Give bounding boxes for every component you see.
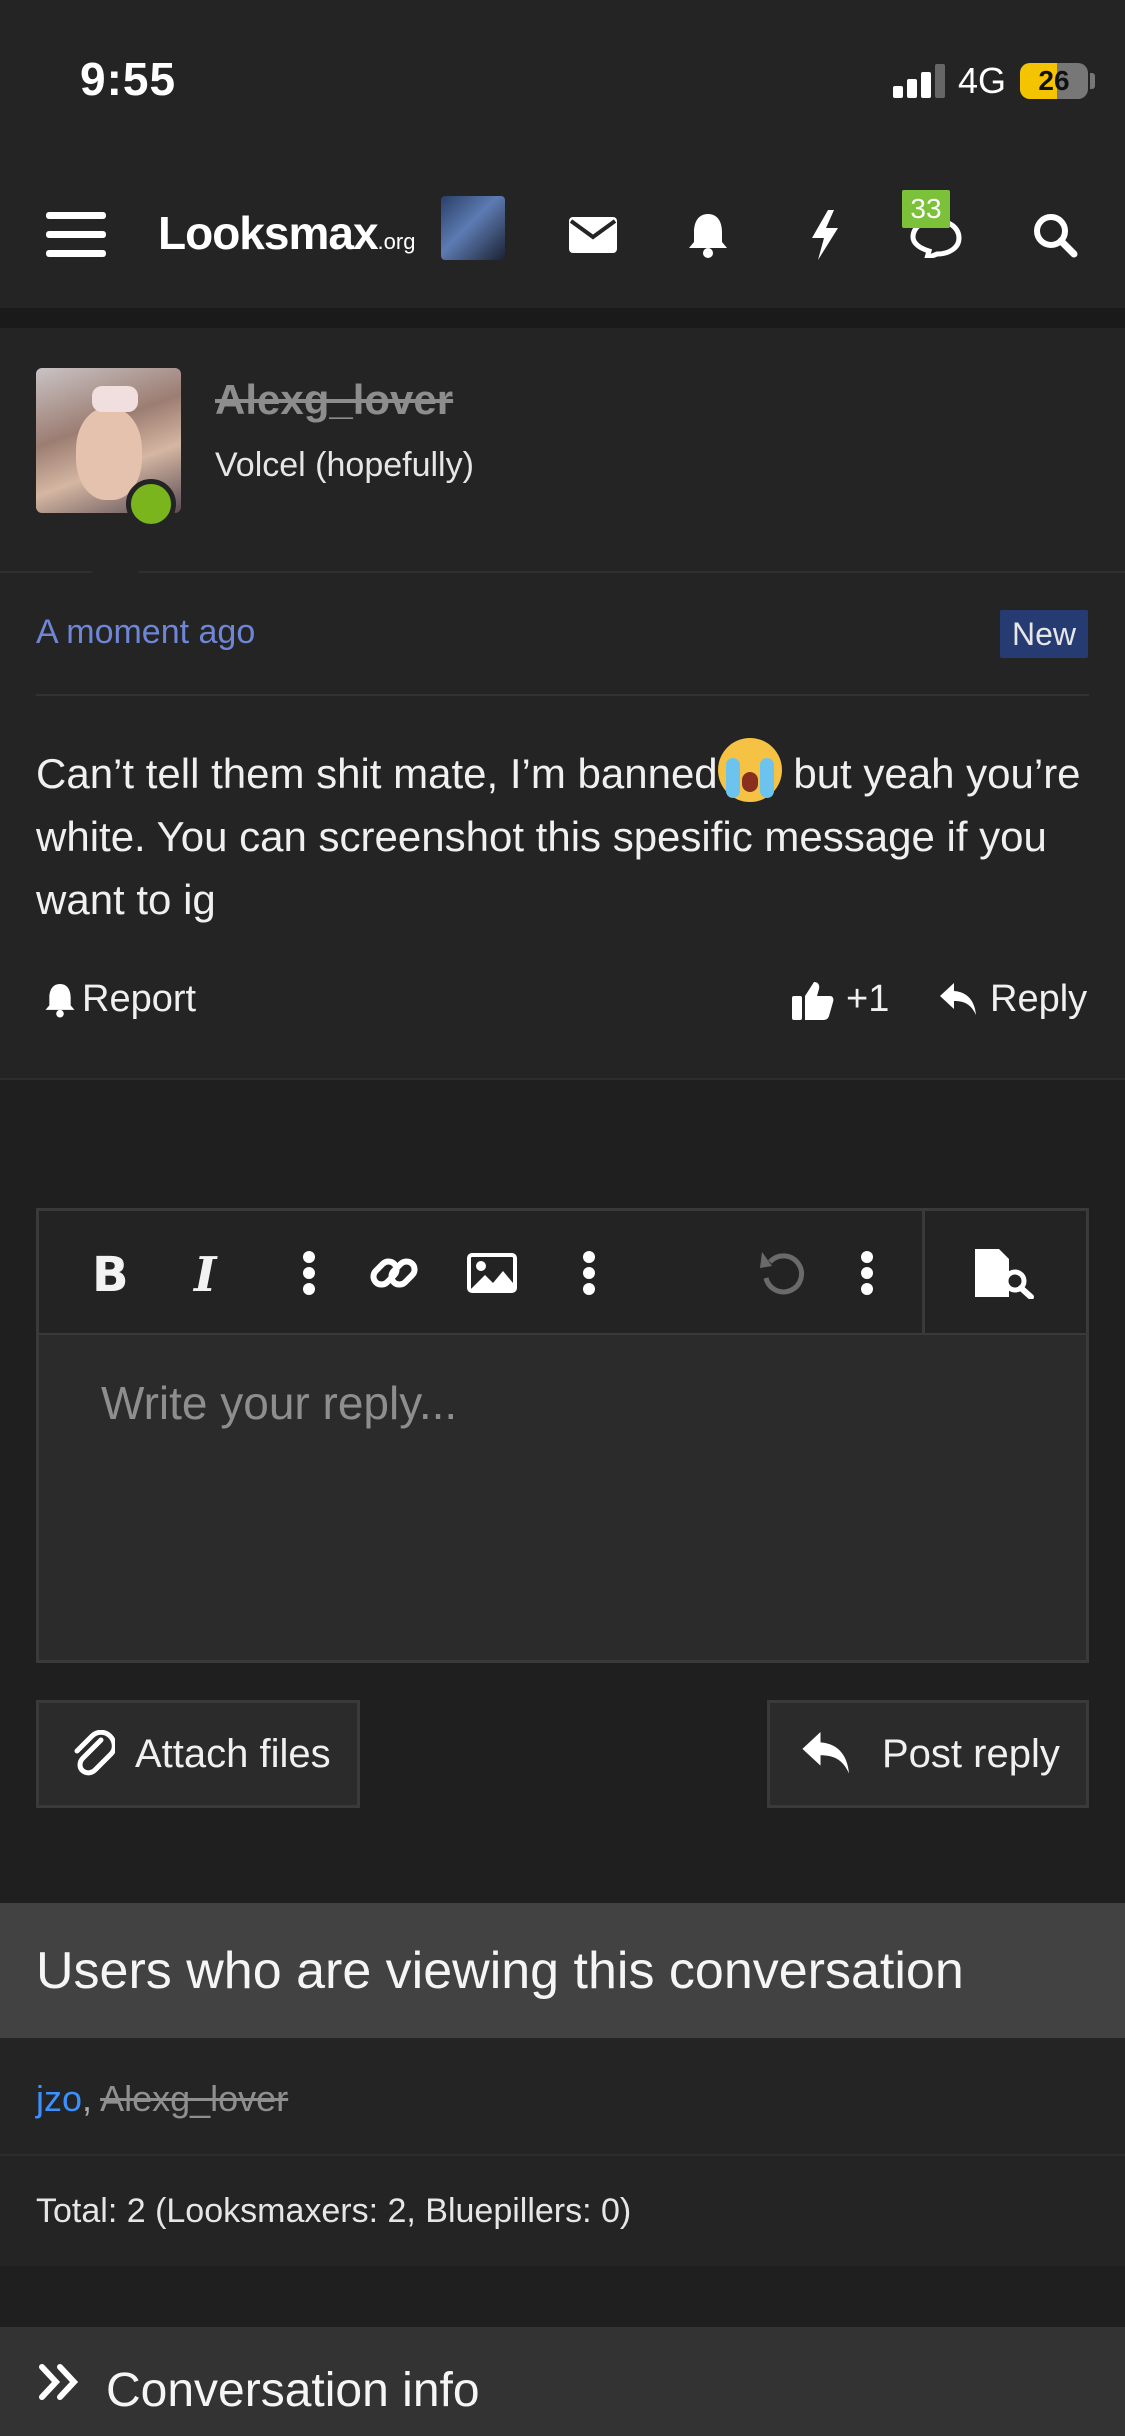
toolbar-separator [922,1211,925,1335]
svg-text:B: B [92,1251,126,1295]
image-icon[interactable] [457,1211,527,1335]
attach-files-label: Attach files [135,1731,331,1776]
editor-toolbar: B I [39,1211,1086,1335]
paperclip-icon [74,1730,115,1776]
bell-icon [45,983,75,1018]
conversation-info-toggle[interactable]: Conversation info [0,2327,1125,2436]
reply-icon [802,1732,849,1774]
more-vertical-icon[interactable] [847,1211,887,1335]
report-label: Report [82,978,197,1020]
avatar-bow [92,386,138,412]
bold-icon[interactable]: B [79,1211,139,1335]
post-divider [36,694,1089,696]
preview-icon[interactable] [959,1211,1049,1335]
battery-tip [1090,73,1095,89]
conversation-info-label: Conversation info [106,2364,480,2417]
logo-text: Looksmax [158,207,379,259]
bell-icon[interactable] [675,160,741,310]
author-username[interactable]: Alexg_lover [215,376,453,424]
post-reply-label: Post reply [882,1731,1060,1776]
double-chevron-right-icon [39,2364,79,2400]
logo-suffix: .org [377,229,416,254]
viewers-total: Total: 2 (Looksmaxers: 2, Bluepillers: 0… [0,2156,1125,2266]
status-bar: 9:55 4G 26 [0,0,1125,160]
viewers-list: jzo, Alexg_lover [0,2038,1125,2156]
network-type: 4G [958,60,1007,101]
undo-icon[interactable] [753,1211,813,1335]
nav-separator [0,308,1125,328]
more-vertical-icon[interactable] [289,1211,329,1335]
thumbs-up-icon [792,981,834,1020]
like-button[interactable]: +1 [792,978,889,1021]
status-time: 9:55 [80,53,177,105]
bolt-icon[interactable] [795,160,855,310]
reply-label: Reply [990,978,1088,1020]
menu-icon[interactable] [36,160,116,310]
post-reply-button[interactable]: Post reply [767,1700,1089,1808]
account-avatar[interactable] [441,196,505,260]
italic-icon[interactable]: I [177,1211,237,1335]
more-vertical-icon[interactable] [569,1211,609,1335]
report-button[interactable]: Report [44,978,196,1021]
conversations-count-badge: 33 [902,190,950,228]
post-timestamp[interactable]: A moment ago [36,613,255,652]
reply-editor: B I Write your reply... [36,1208,1089,1663]
reply-icon [940,982,976,1015]
crying-emoji-icon [717,738,782,802]
envelope-icon[interactable] [560,160,626,310]
message-post: A moment ago New Can’t tell them shit ma… [0,573,1125,1080]
svg-text:I: I [192,1251,218,1295]
online-status-indicator [126,479,176,529]
viewer-separator: , [82,2078,101,2119]
link-icon[interactable] [359,1211,429,1335]
search-icon[interactable] [1020,160,1090,310]
battery-level: 26 [1038,65,1070,96]
viewers-block-header: Users who are viewing this conversation [0,1903,1125,2038]
author-user-title: Volcel (hopefully) [215,446,474,484]
viewers-line: jzo, Alexg_lover [36,2078,288,2120]
post-author-header: Alexg_lover Volcel (hopefully) [0,328,1125,573]
site-logo[interactable]: Looksmax.org [158,206,415,260]
signal-icon [893,64,945,98]
reply-button[interactable]: Reply [940,978,1087,1021]
viewers-heading: Users who are viewing this conversation [36,1942,964,2000]
viewer-user-link[interactable]: Alexg_lover [100,2078,288,2119]
reply-textarea[interactable]: Write your reply... [101,1376,457,1430]
viewers-total-text: Total: 2 (Looksmaxers: 2, Bluepillers: 0… [36,2192,632,2230]
like-count: +1 [846,978,890,1020]
chat-icon[interactable] [900,160,970,310]
attach-files-button[interactable]: Attach files [36,1700,360,1808]
viewer-user-link[interactable]: jzo [36,2078,82,2119]
top-navbar: Looksmax.org 33 [0,160,1125,310]
message-text-part1: Can’t tell them shit mate, I’m banned [36,750,718,797]
message-text: Can’t tell them shit mate, I’m banned bu… [36,738,1096,931]
new-badge: New [1000,610,1089,658]
battery-icon: 26 [1020,63,1088,99]
